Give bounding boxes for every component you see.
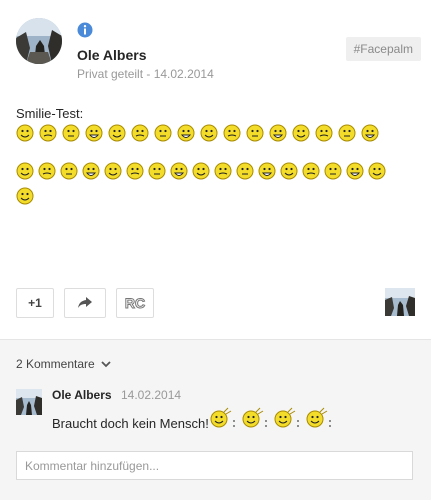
comment-author[interactable]: Ole Albers [52,388,112,402]
hamburger-icon [85,124,103,142]
post-date[interactable]: 14.02.2014 [154,67,214,81]
glass-icon [361,124,379,142]
happy-icon [338,124,356,142]
rc-icon: RC [124,295,145,311]
flat-face-icon [269,124,287,142]
rc-button[interactable]: RC [116,288,154,318]
fork-knife-icon [223,124,241,142]
comments-toggle[interactable]: 2 Kommentare [16,357,111,371]
tongue-icon [346,162,364,180]
post-actions: +1 RC [16,288,416,318]
colon-separator [233,420,235,427]
info-icon[interactable] [77,22,93,38]
emoji-row-2 [16,162,386,180]
stick-icon [16,162,34,180]
smirk-icon [39,124,57,142]
question-icon [154,124,172,142]
bomb-icon [292,124,310,142]
chevron-down-icon [101,360,111,367]
wave-icon [242,407,264,428]
grin-icon [62,124,80,142]
smile-2-icon [192,162,210,180]
party-hat-icon [82,162,100,180]
red-face-icon [60,162,78,180]
grin-2-icon [368,162,386,180]
visibility-label[interactable]: Privat geteilt [77,67,143,81]
colon-separator [297,420,299,427]
laughing-icon [280,162,298,180]
comment-date[interactable]: 14.02.2014 [121,388,181,402]
sweat-icon [38,162,56,180]
police-icon [148,162,166,180]
pacifier-icon [246,124,264,142]
cat-icon [108,124,126,142]
sad-cry-icon [200,124,218,142]
wink-icon [324,162,342,180]
thumbs-up-icon [258,162,276,180]
shared-photo-thumbnail[interactable] [385,288,415,316]
share-arrow-icon [78,297,92,308]
comment-emoji-group [210,407,331,428]
help-sign-icon [315,124,333,142]
cool-icon [177,124,195,142]
comments-section: 2 Kommentare Ole Albers 14.02.2014 Brauc… [0,339,431,500]
frown-icon [214,162,232,180]
wave-icon [274,407,296,428]
squint-icon [131,124,149,142]
wave-icon [306,407,328,428]
emoji-row-1 [16,124,379,142]
wave-icon [210,407,232,428]
emoji-row-3 [16,187,34,205]
author-avatar[interactable] [16,18,62,64]
comment-input[interactable] [16,451,413,480]
cheer-icon [126,162,144,180]
meta-separator: - [143,67,154,81]
colon-separator [329,420,331,427]
rc-label: RC [125,295,145,311]
colon-separator [265,420,267,427]
neutral-icon [236,162,254,180]
post-header: Ole Albers Privat geteilt - 14.02.2014 #… [0,0,431,95]
wave-icon [104,162,122,180]
smiley-icon [16,124,34,142]
hashtag-chip[interactable]: #Facepalm [345,37,421,61]
comment-text: Braucht doch kein Mensch! [52,416,209,431]
thumb-up-icon [302,162,320,180]
big-smile-icon [16,187,34,205]
post-meta: Privat geteilt - 14.02.2014 [77,67,214,81]
author-name[interactable]: Ole Albers [77,47,147,63]
post-text: Smilie-Test: [16,106,84,121]
post-card: Ole Albers Privat geteilt - 14.02.2014 #… [0,0,431,500]
plus-one-button[interactable]: +1 [16,288,54,318]
share-button[interactable] [64,288,106,318]
monster-icon [170,162,188,180]
comments-count-label: 2 Kommentare [16,357,95,371]
comment-avatar[interactable] [16,389,42,415]
